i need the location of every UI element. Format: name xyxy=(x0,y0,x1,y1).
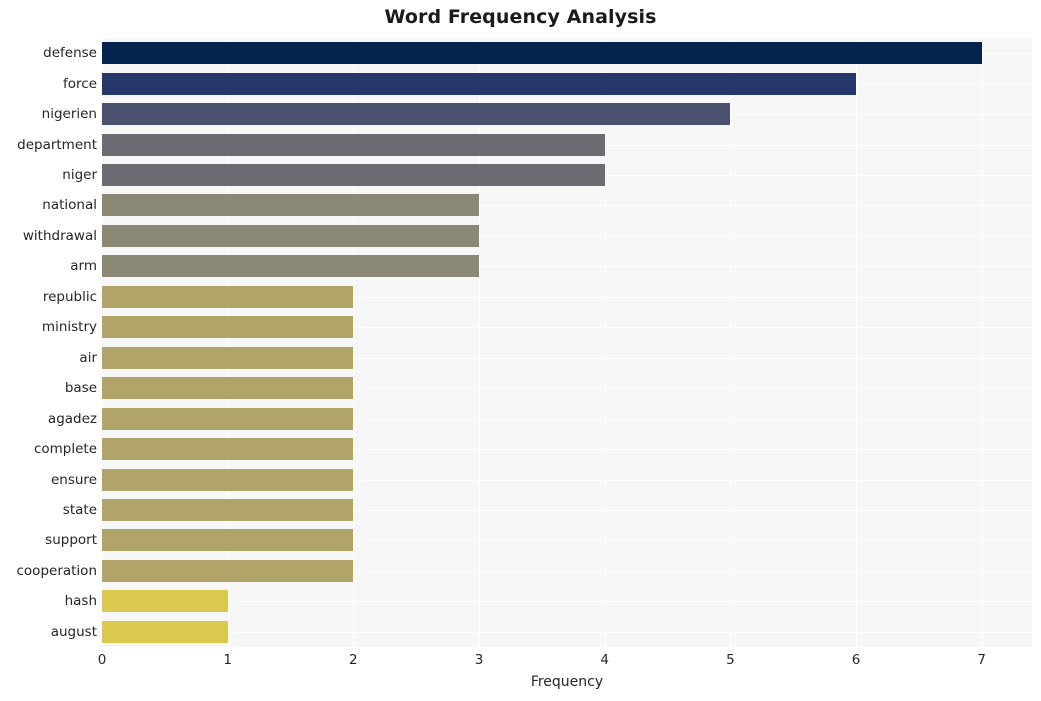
y-gridline xyxy=(102,601,1032,602)
y-tick-label: withdrawal xyxy=(22,228,97,244)
bar xyxy=(102,225,479,247)
x-gridline xyxy=(981,38,983,647)
bar xyxy=(102,194,479,216)
bar xyxy=(102,316,353,338)
y-tick-label: defense xyxy=(43,45,97,61)
bar xyxy=(102,42,982,64)
x-tick-label: 3 xyxy=(474,652,484,668)
bar xyxy=(102,103,730,125)
x-gridline xyxy=(604,38,606,647)
bar xyxy=(102,621,228,643)
bar xyxy=(102,73,856,95)
y-tick-label: base xyxy=(64,380,97,396)
bar xyxy=(102,438,353,460)
x-tick-label: 7 xyxy=(977,652,987,668)
y-gridline xyxy=(102,632,1032,633)
bar xyxy=(102,499,353,521)
x-tick-label: 4 xyxy=(600,652,609,668)
y-tick-label: niger xyxy=(62,167,97,183)
y-tick-label: ensure xyxy=(50,472,97,488)
y-tick-label: department xyxy=(17,137,97,153)
bar xyxy=(102,347,353,369)
x-axis-title: Frequency xyxy=(530,674,604,690)
plot-area xyxy=(102,38,1032,647)
y-tick-label: support xyxy=(45,532,97,548)
x-axis-tick-labels: 0 1 2 3 4 5 6 7 xyxy=(0,652,1041,672)
x-gridline xyxy=(353,38,355,647)
x-gridline xyxy=(856,38,858,647)
y-tick-label: state xyxy=(62,502,97,518)
bar xyxy=(102,529,353,551)
y-tick-label: force xyxy=(63,76,97,92)
x-tick-label: 0 xyxy=(97,652,107,668)
bar xyxy=(102,469,353,491)
y-tick-label: ministry xyxy=(41,319,97,335)
y-tick-label: hash xyxy=(64,593,97,609)
y-tick-label: cooperation xyxy=(16,563,98,579)
y-tick-label: august xyxy=(50,624,97,640)
x-tick-label: 5 xyxy=(726,652,735,668)
y-tick-label: arm xyxy=(70,258,97,274)
x-gridline xyxy=(227,38,229,647)
y-tick-label: air xyxy=(79,350,97,366)
bar xyxy=(102,560,353,582)
bar xyxy=(102,286,353,308)
bar xyxy=(102,164,605,186)
x-tick-label: 2 xyxy=(349,652,358,668)
chart-title: Word Frequency Analysis xyxy=(384,6,657,28)
word-frequency-bar-chart: Word Frequency Analysis defense force nige… xyxy=(0,0,1041,701)
x-gridline xyxy=(479,38,481,647)
y-tick-label: agadez xyxy=(47,411,97,427)
bar xyxy=(102,590,228,612)
x-tick-label: 1 xyxy=(223,652,232,668)
y-axis: defense force nigerien department niger natio… xyxy=(0,38,98,647)
bar xyxy=(102,134,605,156)
y-tick-label: complete xyxy=(33,441,97,457)
x-gridline xyxy=(102,38,103,647)
y-tick-label: national xyxy=(42,197,97,213)
bar xyxy=(102,377,353,399)
bar xyxy=(102,255,479,277)
x-tick-label: 6 xyxy=(851,652,861,668)
bar xyxy=(102,408,353,430)
y-tick-label: nigerien xyxy=(41,106,97,122)
x-gridline xyxy=(730,38,732,647)
y-tick-label: republic xyxy=(42,289,97,305)
